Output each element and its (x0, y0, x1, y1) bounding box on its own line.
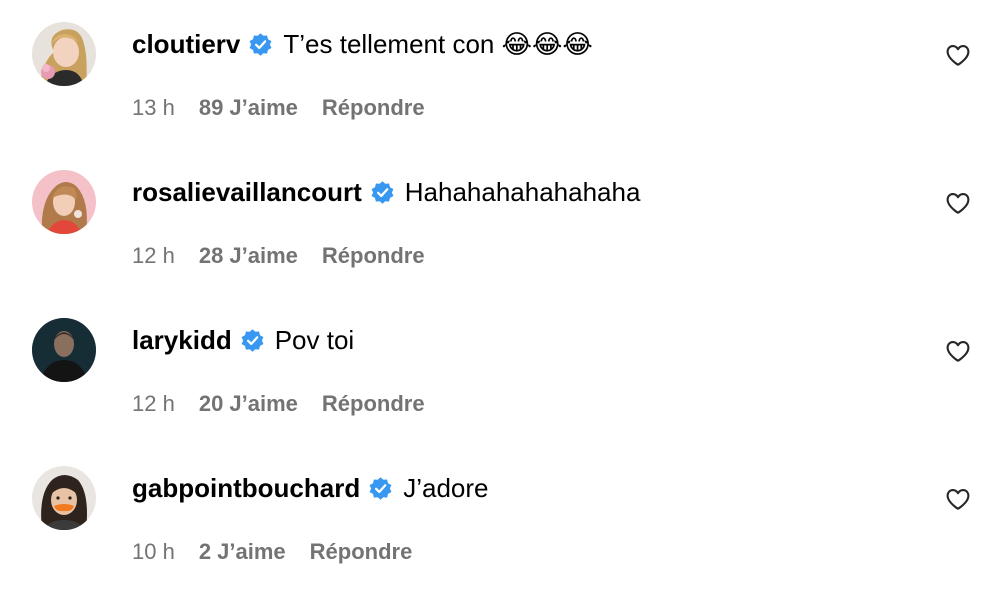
verified-badge-icon (240, 328, 265, 353)
avatar-photo-icon (32, 170, 96, 234)
avatar-photo-icon (32, 22, 96, 86)
avatar[interactable] (32, 170, 96, 234)
likes-count-button[interactable]: 2 J’aime (199, 539, 286, 565)
comment-time[interactable]: 12 h (132, 391, 175, 417)
username-link[interactable]: rosalievaillancourt (132, 177, 362, 208)
avatar[interactable] (32, 22, 96, 86)
reply-button[interactable]: Répondre (322, 243, 425, 269)
comment-item: cloutierv T’es tellement con 😂😂😂 13 h 89… (0, 0, 992, 148)
likes-count-button[interactable]: 89 J’aime (199, 95, 298, 121)
heart-outline-icon[interactable] (944, 485, 972, 513)
comment-item: larykidd Pov toi 12 h 20 J’aime Répondre (0, 296, 992, 444)
reply-button[interactable]: Répondre (322, 95, 425, 121)
likes-count-button[interactable]: 28 J’aime (199, 243, 298, 269)
heart-outline-icon[interactable] (944, 337, 972, 365)
comment-list: cloutierv T’es tellement con 😂😂😂 13 h 89… (0, 0, 992, 578)
comment-text: T’es tellement con 😂😂😂 (283, 28, 593, 59)
username-link[interactable]: larykidd (132, 325, 232, 356)
comment-line: larykidd Pov toi (132, 320, 354, 360)
comment-meta: 12 h 28 J’aime Répondre (132, 240, 425, 272)
likes-count-button[interactable]: 20 J’aime (199, 391, 298, 417)
verified-badge-icon (370, 180, 395, 205)
avatar-photo-icon (32, 318, 96, 382)
username-link[interactable]: gabpointbouchard (132, 473, 360, 504)
avatar-photo-icon (32, 466, 96, 530)
verified-badge-icon (248, 32, 273, 57)
comment-line: cloutierv T’es tellement con 😂😂😂 (132, 24, 593, 64)
comment-time[interactable]: 12 h (132, 243, 175, 269)
comment-time[interactable]: 10 h (132, 539, 175, 565)
comment-text: J’adore (403, 472, 489, 503)
avatar[interactable] (32, 318, 96, 382)
comment-item: gabpointbouchard J’adore 10 h 2 J’aime R… (0, 444, 992, 592)
reply-button[interactable]: Répondre (322, 391, 425, 417)
comment-text: Pov toi (274, 324, 355, 355)
comment-meta: 12 h 20 J’aime Répondre (132, 388, 425, 420)
comment-item: rosalievaillancourt Hahahahahahahaha 12 … (0, 148, 992, 296)
heart-outline-icon[interactable] (944, 41, 972, 69)
reply-button[interactable]: Répondre (310, 539, 413, 565)
comment-time[interactable]: 13 h (132, 95, 175, 121)
comment-text: Hahahahahahahaha (404, 176, 641, 207)
comment-meta: 13 h 89 J’aime Répondre (132, 92, 425, 124)
heart-outline-icon[interactable] (944, 189, 972, 217)
verified-badge-icon (368, 476, 393, 501)
comment-line: rosalievaillancourt Hahahahahahahaha (132, 172, 640, 212)
comment-meta: 10 h 2 J’aime Répondre (132, 536, 412, 568)
username-link[interactable]: cloutierv (132, 29, 240, 60)
avatar[interactable] (32, 466, 96, 530)
comment-line: gabpointbouchard J’adore (132, 468, 488, 508)
